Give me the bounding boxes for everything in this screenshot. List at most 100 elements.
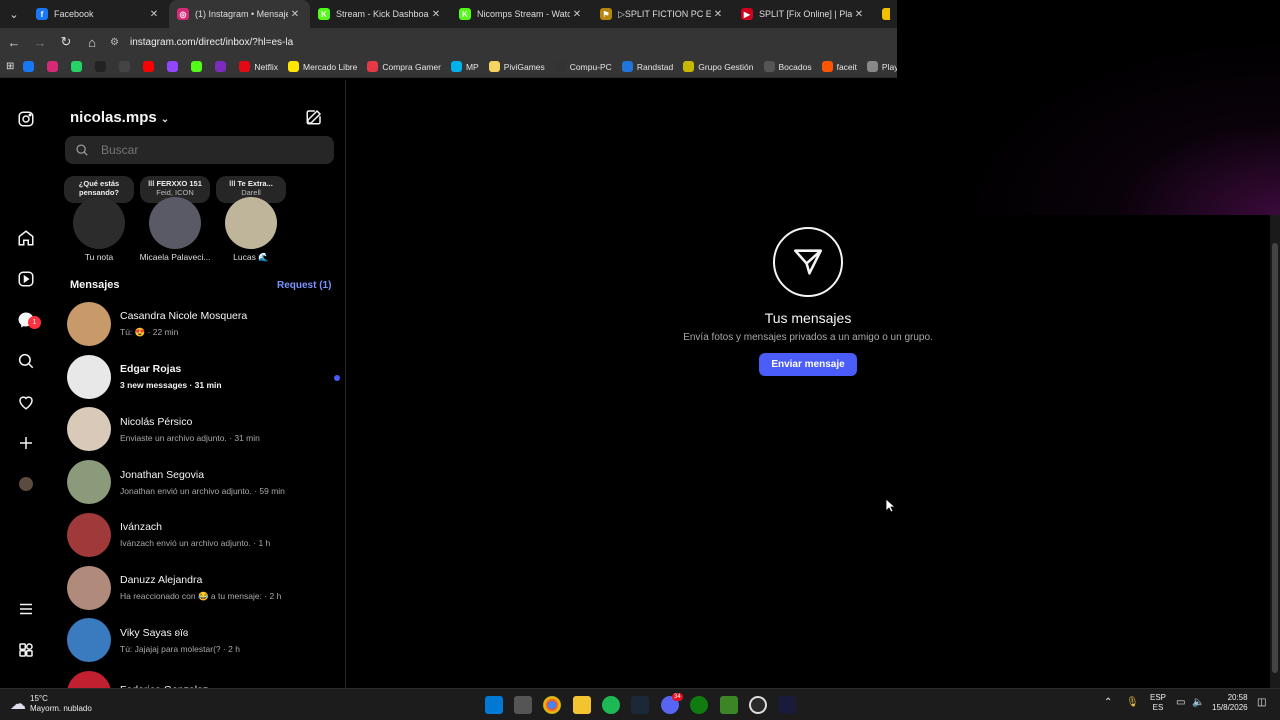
bookmark-favicon-icon — [71, 61, 83, 72]
windows-taskbar: ☁ 15°C Mayorm. nublado 34 ⌃ 🎙 ESP ES ▭ 🔈 2… — [0, 688, 1280, 720]
bookmark-item[interactable] — [167, 61, 182, 72]
split-fiction-game-icon[interactable] — [778, 696, 796, 714]
bookmark-item[interactable] — [47, 61, 62, 72]
minecraft-icon[interactable] — [720, 696, 738, 714]
tab-close-icon[interactable]: ✕ — [852, 9, 866, 20]
bookmark-label: Mercado Libre — [303, 61, 358, 72]
also-from-meta-icon[interactable] — [15, 639, 37, 661]
chat-list-item[interactable]: Ivánzach Ivánzach envió un archivo adjunt… — [67, 509, 337, 561]
browser-tab[interactable]: ◎ (1) Instagram • Mensajes ✕ — [169, 0, 310, 28]
browser-tab[interactable]: ⚑ ▷SPLIT FICTION PC ESPAÑ✕ — [592, 0, 733, 28]
instagram-logo-icon[interactable] — [15, 108, 37, 130]
network-icon[interactable]: ▭ — [1176, 698, 1185, 708]
chat-list-item[interactable]: Viky Sayas ʚïɞ Tú: Jajajaj para molestar(… — [67, 614, 337, 666]
note-item[interactable]: ǀǀǀ Te Extra... Darell Lucas 🌊 — [213, 176, 289, 263]
chat-list-item[interactable]: Jonathan Segovia Jonathan envió un archiv… — [67, 456, 337, 508]
account-switcher[interactable]: nicolas.mps ⌄ — [70, 109, 169, 126]
clock[interactable]: 20:58 15/8/2026 — [1212, 693, 1248, 713]
spotify-icon[interactable] — [602, 696, 620, 714]
bookmark-item[interactable]: Netflix — [239, 61, 278, 72]
browser-tab[interactable]: ▶ SPLIT [Fix Online] | PlayPa✕ — [733, 0, 874, 28]
more-menu-icon[interactable] — [15, 598, 37, 620]
bookmark-item[interactable]: PiviGames — [488, 61, 545, 72]
tab-search-chevron-icon[interactable]: ⌄ — [0, 0, 28, 28]
tab-close-icon[interactable]: ✕ — [288, 9, 302, 20]
home-icon[interactable]: ⌂ — [80, 30, 104, 54]
notifications-heart-icon[interactable] — [15, 391, 37, 413]
reels-icon[interactable] — [15, 268, 37, 290]
task-view-icon[interactable] — [514, 696, 532, 714]
back-arrow-icon[interactable]: ← — [2, 30, 26, 54]
browser-tab[interactable]: K Nicomps Stream - Watch L✕ — [451, 0, 592, 28]
tab-close-icon[interactable]: ✕ — [429, 9, 443, 20]
chat-list-item[interactable]: Edgar Rojas 3 new messages · 31 min — [67, 351, 340, 403]
bookmark-item[interactable]: MP — [450, 61, 479, 72]
chat-list-item[interactable]: Danuzz Alejandra Ha reaccionado con 😂 a t… — [67, 562, 337, 614]
chat-list-item[interactable]: Casandra Nicole Mosquera Tú: 😍 · 22 min — [67, 298, 337, 350]
bookmark-item[interactable] — [95, 61, 110, 72]
bookmark-label: Compu-PC — [569, 61, 612, 72]
search-box[interactable] — [65, 136, 334, 164]
obs-icon[interactable] — [749, 696, 767, 714]
bookmark-item[interactable] — [191, 61, 206, 72]
apps-grid-icon[interactable]: ⊞ — [6, 61, 14, 72]
show-hidden-icons-icon[interactable]: ⌃ — [1104, 698, 1112, 708]
home-nav-icon[interactable] — [15, 227, 37, 249]
weather-widget[interactable]: ☁ 15°C Mayorm. nublado — [10, 694, 92, 714]
site-info-icon[interactable]: ⚙ — [110, 37, 124, 48]
tab-favicon-icon: ◎ — [177, 8, 189, 20]
file-explorer-icon[interactable] — [573, 696, 591, 714]
browser-tab[interactable]: f Facebook ✕ — [28, 0, 169, 28]
address-bar[interactable]: ⚙ instagram.com/direct/inbox/?hl=es-la — [110, 31, 897, 53]
reload-icon[interactable]: ↻ — [54, 30, 78, 54]
xbox-icon[interactable] — [690, 696, 708, 714]
chat-name: Nicolás Pérsico — [120, 415, 193, 428]
steam-icon[interactable] — [631, 696, 649, 714]
bookmark-item[interactable] — [215, 61, 230, 72]
start-windows-icon[interactable] — [485, 696, 503, 714]
search-input[interactable] — [101, 143, 301, 157]
tab-favicon-icon: ▶ — [741, 8, 753, 20]
tab-close-icon[interactable]: ✕ — [147, 9, 161, 20]
new-message-icon[interactable] — [305, 108, 323, 126]
create-plus-icon[interactable] — [15, 432, 37, 454]
tab-bar: ⌄ f Facebook ✕ ◎ (1) Instagram • Mensajes ✕ K S… — [0, 0, 897, 28]
bookmark-item[interactable]: Bocados — [763, 61, 812, 72]
messages-icon[interactable]: 1 — [15, 309, 41, 331]
bookmark-item[interactable] — [143, 61, 158, 72]
search-icon — [76, 144, 88, 156]
volume-icon[interactable]: 🔈 — [1192, 698, 1204, 708]
tab-close-icon[interactable]: ✕ — [570, 9, 584, 20]
chrome-icon[interactable] — [543, 696, 561, 714]
bookmark-item[interactable]: Compra Gamer — [367, 61, 441, 72]
avatar — [67, 354, 111, 399]
bookmark-item[interactable] — [71, 61, 86, 72]
notification-center-icon[interactable]: ◫ — [1257, 698, 1266, 708]
bookmark-item[interactable] — [23, 61, 38, 72]
browser-tab[interactable]: K Stream - Kick Dashboard ✕ — [310, 0, 451, 28]
note-item[interactable]: ǀǀǀ FERXXO 151 Feid, ICON Micaela Palaveci… — [137, 176, 213, 262]
search-nav-icon[interactable] — [15, 350, 37, 372]
bookmark-item[interactable]: Randstad — [621, 61, 673, 72]
microphone-icon[interactable]: 🎙 — [1126, 698, 1139, 708]
forward-arrow-icon[interactable]: → — [28, 30, 52, 54]
bookmark-item[interactable]: Mercado Libre — [288, 61, 357, 72]
requests-link[interactable]: Request (1) — [277, 280, 331, 291]
chat-list-item[interactable]: Nicolás Pérsico Enviaste un archivo adjun… — [67, 403, 337, 455]
note-item[interactable]: ¿Qué estás pensando? Tu nota — [61, 176, 137, 262]
bookmark-item[interactable]: faceit — [821, 61, 857, 72]
desktop-background — [897, 0, 1280, 215]
page-scrollbar[interactable] — [1270, 215, 1280, 688]
scrollbar-thumb[interactable] — [1272, 243, 1278, 673]
send-message-button[interactable]: Enviar mensaje — [759, 353, 857, 376]
bookmark-item[interactable]: Compu-PC — [554, 61, 612, 72]
tab-close-icon[interactable]: ✕ — [711, 9, 725, 20]
avatar — [67, 460, 111, 505]
bookmark-item[interactable]: Grupo Gestión — [683, 61, 754, 72]
keyboard-layout: ES — [1152, 703, 1164, 712]
browser-tab-partial[interactable] — [874, 0, 890, 28]
bookmark-item[interactable] — [119, 61, 134, 72]
profile-avatar[interactable] — [15, 473, 37, 495]
chat-list-item[interactable]: Federico Gonzalez — [67, 667, 337, 688]
language-indicator[interactable]: ESP ES — [1150, 693, 1166, 713]
